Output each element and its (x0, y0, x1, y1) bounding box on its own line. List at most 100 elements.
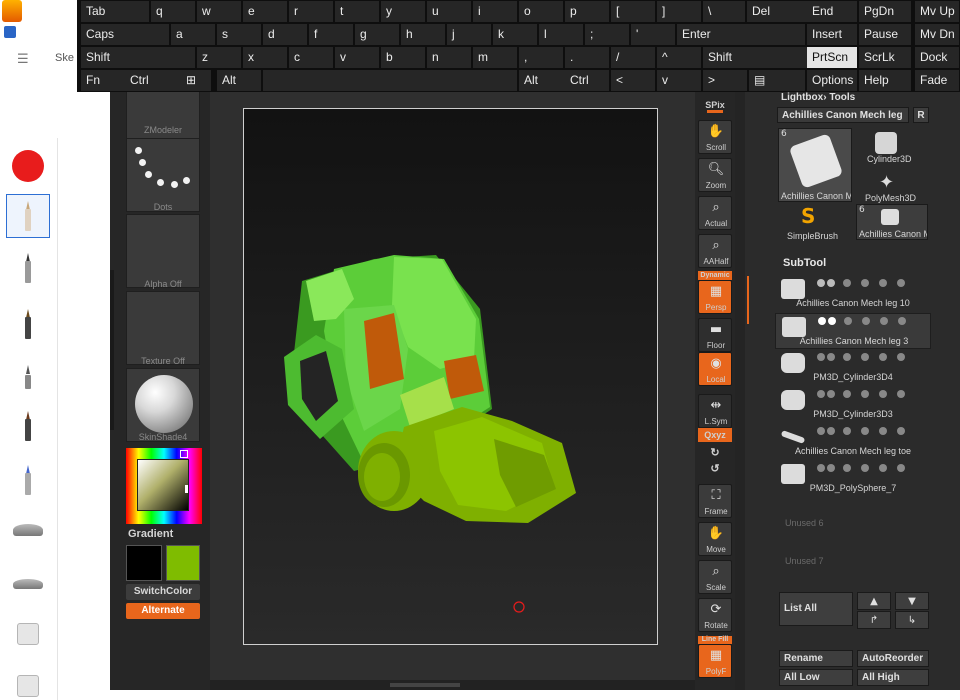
move-down-button[interactable]: ▼ (895, 592, 929, 610)
key-pgdn[interactable]: PgDn (859, 1, 911, 22)
key-fade[interactable]: Fade (915, 70, 959, 91)
key-z[interactable]: z (197, 47, 241, 68)
key--[interactable]: < (611, 70, 655, 91)
all-low-button[interactable]: All Low (779, 669, 853, 686)
polymesh3d-icon[interactable]: ✦ (879, 172, 894, 193)
key-v[interactable]: v (657, 70, 701, 91)
key-w[interactable]: w (197, 1, 241, 22)
key--[interactable]: , (519, 47, 563, 68)
xyz-button[interactable]: Qxyz (698, 428, 732, 442)
key-shift[interactable]: Shift (703, 47, 807, 68)
frame-button[interactable]: ⛶ Frame (698, 484, 732, 518)
simplebrush-icon[interactable]: S (801, 204, 815, 228)
subtool-row[interactable]: PM3D_Cylinder3D3 (775, 387, 931, 423)
key-insert[interactable]: Insert (807, 24, 857, 45)
key-caps[interactable]: Caps (81, 24, 169, 45)
spix-slider[interactable] (707, 110, 723, 113)
key-space[interactable] (263, 70, 517, 91)
zoom-button[interactable]: 🔍︎ Zoom (698, 158, 732, 192)
key--[interactable]: ; (585, 24, 629, 45)
key-help[interactable]: Help (859, 70, 911, 91)
key--[interactable]: . (565, 47, 609, 68)
eraser-soft-tool[interactable] (6, 664, 50, 700)
main-color-swatch[interactable] (126, 545, 162, 581)
floor-button[interactable]: ▬ Floor (698, 318, 732, 352)
subtool-scrollbar[interactable] (747, 276, 749, 324)
key-k[interactable]: k (493, 24, 537, 45)
key-ctrl[interactable]: Ctrl (565, 70, 609, 91)
key-u[interactable]: u (427, 1, 471, 22)
all-high-button[interactable]: All High (857, 669, 929, 686)
key--[interactable]: ] (657, 1, 701, 22)
marker-tool[interactable] (6, 302, 50, 346)
subtool-row[interactable]: PM3D_Cylinder3D4 (775, 350, 931, 386)
color-picker-handle[interactable] (180, 450, 188, 458)
key-fn[interactable]: Fn (81, 70, 125, 91)
rotate-axis-icon[interactable]: ↻ (698, 446, 732, 459)
linefill-label[interactable]: Line Fill (698, 636, 732, 644)
key-pause[interactable]: Pause (859, 24, 911, 45)
pen-tool[interactable] (6, 246, 50, 290)
color-picker-button[interactable] (6, 144, 50, 188)
key-l[interactable]: l (539, 24, 583, 45)
cylinder3d-icon[interactable] (875, 132, 897, 154)
key--[interactable]: ▤ (749, 70, 805, 91)
key-d[interactable]: d (263, 24, 307, 45)
local-button[interactable]: ◉ Local (698, 352, 732, 386)
key-a[interactable]: a (171, 24, 215, 45)
key--[interactable]: / (611, 47, 655, 68)
hamburger-menu-icon[interactable]: ☰ (17, 52, 29, 67)
key-options[interactable]: Options (807, 70, 857, 91)
key-i[interactable]: i (473, 1, 517, 22)
list-all-button[interactable]: List All (779, 592, 853, 626)
scale-button[interactable]: ⌕ Scale (698, 560, 732, 594)
aahalf-button[interactable]: ⌕ AAHalf (698, 234, 732, 268)
eraser-tool[interactable] (6, 612, 50, 656)
key-mv-up[interactable]: Mv Up (915, 1, 959, 22)
subtool-row[interactable]: PM3D_PolySphere_7 (775, 461, 931, 497)
smudge-tool[interactable] (6, 562, 50, 606)
subtool-title[interactable]: SubTool (783, 257, 826, 269)
r-button[interactable]: R (913, 107, 929, 123)
autoreorder-button[interactable]: AutoReorder (857, 650, 929, 667)
bottom-tray-handle[interactable] (390, 683, 460, 687)
key-b[interactable]: b (381, 47, 425, 68)
key-g[interactable]: g (355, 24, 399, 45)
rotate-axis-icon-2[interactable]: ↺ (698, 462, 732, 475)
key--[interactable]: ⊞ (181, 70, 211, 91)
key-scrlk[interactable]: ScrLk (859, 47, 911, 68)
key-c[interactable]: c (289, 47, 333, 68)
key-end[interactable]: End (807, 1, 857, 22)
key-x[interactable]: x (243, 47, 287, 68)
pencil-tool[interactable] (6, 194, 50, 238)
key-j[interactable]: j (447, 24, 491, 45)
move-down-end-button[interactable]: ↳ (895, 611, 929, 629)
material-slot[interactable] (126, 368, 200, 442)
alpha-slot[interactable] (126, 214, 200, 288)
key-o[interactable]: o (519, 1, 563, 22)
key-enter[interactable]: Enter (677, 24, 805, 45)
key-r[interactable]: r (289, 1, 333, 22)
key--[interactable]: ' (631, 24, 675, 45)
key-dock[interactable]: Dock (915, 47, 959, 68)
color-picker[interactable] (126, 448, 202, 524)
texture-slot[interactable] (126, 291, 200, 365)
key--[interactable]: \ (703, 1, 745, 22)
color-picker-slider[interactable] (185, 485, 188, 493)
subtool-row-selected[interactable]: Achillies Canon Mech leg 3 (775, 313, 931, 349)
key-mv-dn[interactable]: Mv Dn (915, 24, 959, 45)
secondary-color-swatch[interactable] (166, 545, 200, 581)
tool-thumb-achillies[interactable]: 6 Achillies Canon M (778, 128, 852, 202)
color-picker-square[interactable] (137, 459, 189, 511)
stroke-slot[interactable] (126, 138, 200, 212)
subtool-row[interactable]: Achillies Canon Mech leg toe (775, 424, 931, 460)
persp-button[interactable]: ▦ Persp (698, 280, 732, 314)
key-prtscn[interactable]: PrtScn (807, 47, 857, 68)
lsym-button[interactable]: ⇹ L.Sym (698, 394, 732, 428)
actual-button[interactable]: ⌕ Actual (698, 196, 732, 230)
move-up-button[interactable]: ▲ (857, 592, 891, 610)
airbrush-tool[interactable] (6, 458, 50, 502)
key-shift[interactable]: Shift (81, 47, 195, 68)
key--[interactable]: > (703, 70, 747, 91)
flat-brush-tool[interactable] (6, 508, 50, 552)
